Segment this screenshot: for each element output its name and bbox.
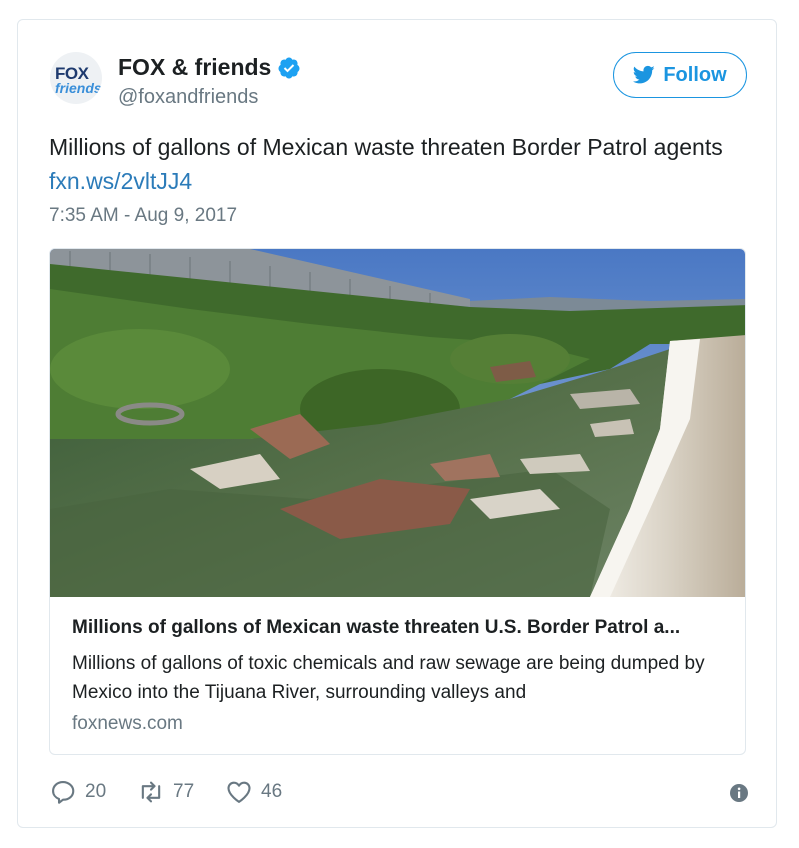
info-icon[interactable] (729, 783, 749, 803)
retweet-button[interactable]: 77 (137, 778, 194, 806)
account-handle[interactable]: @foxandfriends (118, 86, 258, 109)
river-waste-photo (50, 249, 745, 597)
tweet-timestamp[interactable]: 7:35 AM - Aug 9, 2017 (49, 205, 237, 227)
name-row: FOX & friends (118, 54, 301, 81)
follow-label: Follow (663, 63, 727, 86)
reply-count: 20 (85, 781, 107, 802)
tweet-embed-card: FOX friends FOX & friends @foxandfriends… (17, 19, 777, 828)
reply-icon (52, 781, 75, 804)
link-preview-title[interactable]: Millions of gallons of Mexican waste thr… (72, 617, 732, 639)
link-preview-image[interactable] (50, 249, 745, 597)
link-preview-description: Millions of gallons of toxic chemicals a… (72, 653, 705, 703)
tweet-link[interactable]: fxn.ws/2vltJJ4 (49, 168, 192, 194)
heart-icon (227, 781, 251, 803)
avatar-logo-friends: friends (55, 80, 102, 96)
twitter-bird-icon (633, 65, 655, 84)
verified-badge-icon (278, 57, 300, 78)
reply-button[interactable]: 20 (49, 778, 106, 806)
like-count: 46 (261, 781, 283, 802)
tweet-body: Millions of gallons of Mexican waste thr… (49, 134, 723, 160)
retweet-count: 77 (173, 781, 195, 802)
follow-button[interactable]: Follow (613, 52, 747, 98)
display-name[interactable]: FOX & friends (118, 54, 271, 81)
avatar[interactable]: FOX friends (50, 52, 102, 104)
like-button[interactable]: 46 (225, 778, 282, 806)
link-preview-card[interactable]: Millions of gallons of Mexican waste thr… (49, 248, 746, 755)
tweet-actions: 20 77 46 (49, 778, 749, 808)
tweet-text: Millions of gallons of Mexican waste thr… (49, 130, 749, 198)
link-preview-domain: foxnews.com (72, 713, 183, 734)
retweet-icon (141, 781, 161, 803)
